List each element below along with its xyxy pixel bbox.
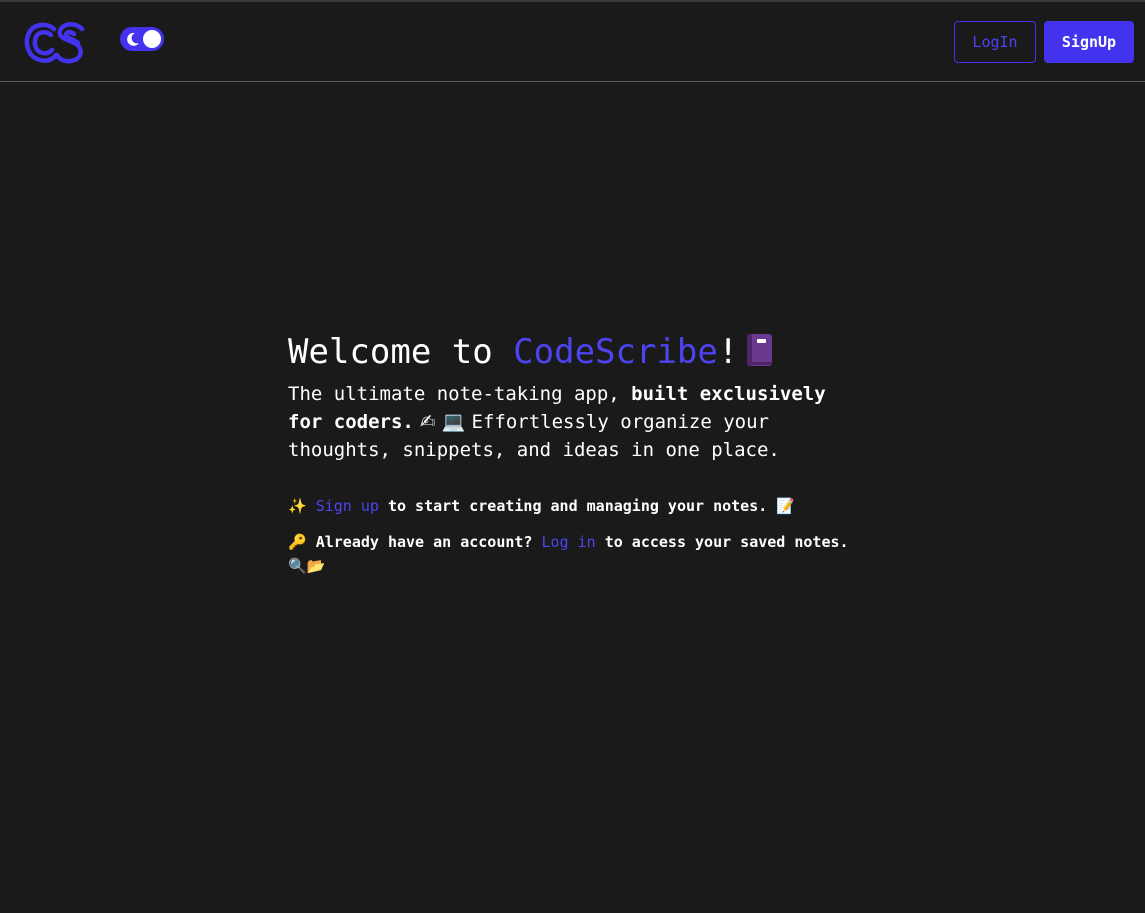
hero-section: Welcome to CodeScribe! The ultimate note… xyxy=(288,330,868,578)
sparkles-icon: ✨ xyxy=(288,497,307,515)
login-prompt: 🔑 Already have an account? Log in to acc… xyxy=(288,530,868,578)
login-link[interactable]: Log in xyxy=(542,533,596,551)
writing-laptop-icons: ✍ 💻 xyxy=(413,411,472,433)
moon-icon xyxy=(127,32,139,46)
search-folder-icons: 🔍📂 xyxy=(288,557,326,575)
page-title: Welcome to CodeScribe! xyxy=(288,330,868,374)
navbar: LogIn SignUp xyxy=(0,2,1145,82)
brand-name: CodeScribe xyxy=(513,332,718,372)
login-text: to access your saved notes. xyxy=(595,533,849,551)
memo-icon: 📝 xyxy=(776,497,795,515)
title-prefix: Welcome to xyxy=(288,332,514,372)
logo-icon xyxy=(24,22,85,64)
notebook-icon xyxy=(747,334,773,366)
login-prefix: Already have an account? xyxy=(306,533,542,551)
title-suffix: ! xyxy=(717,332,739,372)
signup-text: to start creating and managing your note… xyxy=(378,497,777,515)
codescribe-logo[interactable] xyxy=(24,19,88,67)
theme-toggle[interactable] xyxy=(120,27,164,51)
signup-link[interactable]: Sign up xyxy=(316,497,379,515)
signup-prompt: ✨ Sign up to start creating and managing… xyxy=(288,494,868,518)
tagline-start: The ultimate note-taking app, xyxy=(288,383,632,405)
login-button[interactable]: LogIn xyxy=(954,21,1036,63)
toggle-knob xyxy=(143,30,161,48)
key-icon: 🔑 xyxy=(288,533,307,551)
tagline: The ultimate note-taking app, built excl… xyxy=(288,380,868,464)
signup-button[interactable]: SignUp xyxy=(1044,21,1134,63)
